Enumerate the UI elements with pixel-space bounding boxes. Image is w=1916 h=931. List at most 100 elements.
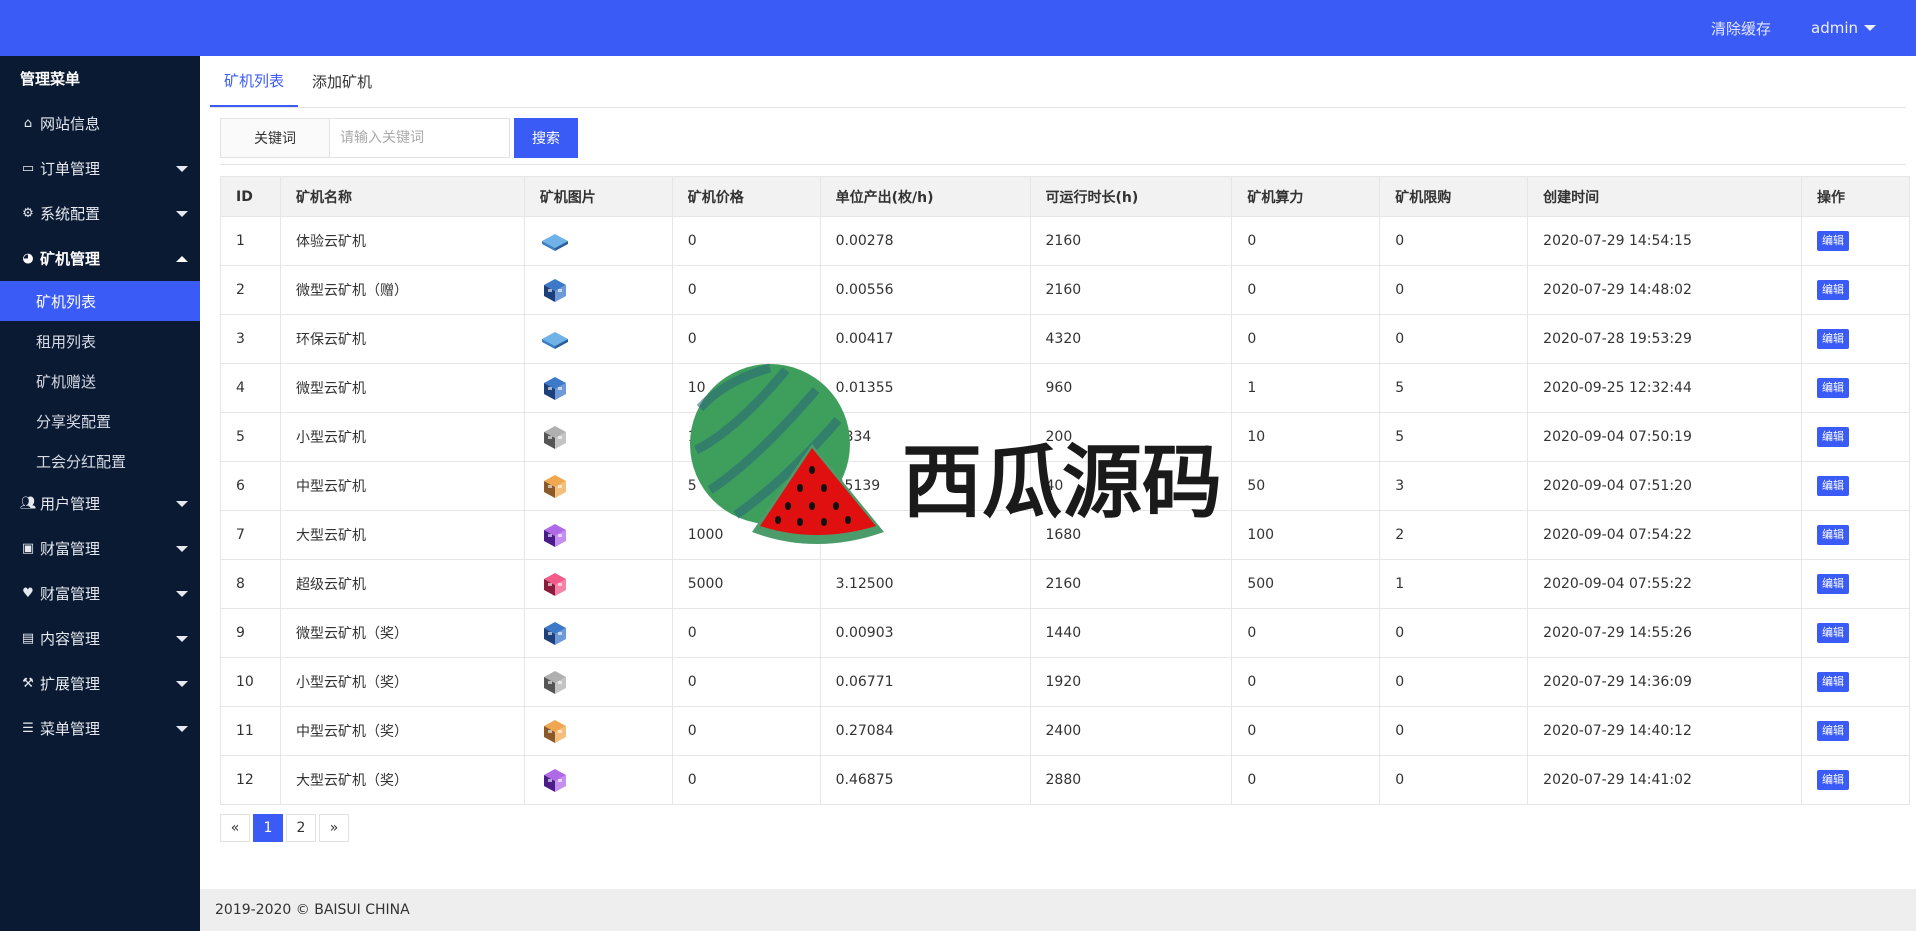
cell-created: 2020-07-29 14:41:02 bbox=[1527, 755, 1802, 805]
cell-limit: 0 bbox=[1379, 216, 1529, 266]
footer-copyright: 2019-2020 © BAISUI CHINA bbox=[215, 902, 410, 918]
search-label: 关键词 bbox=[220, 118, 330, 158]
sidebar-item-system[interactable]: ⚙ 系统配置 bbox=[0, 191, 200, 236]
sidebar-item-wealth-2[interactable]: ♥ 财富管理 bbox=[0, 571, 200, 616]
edit-button[interactable]: 编辑 bbox=[1816, 623, 1849, 643]
cell-limit: 1 bbox=[1379, 559, 1529, 609]
cell-name: 小型云矿机 bbox=[279, 412, 525, 462]
edit-button[interactable]: 编辑 bbox=[1816, 378, 1849, 398]
cell-output: 0.06771 bbox=[819, 657, 1031, 707]
table-row: 12 大型云矿机（奖） 0 0.46875 2880 0 0 2020-07-29 14:41… bbox=[220, 755, 1911, 805]
sidebar-item-site-info[interactable]: ⌂ 网站信息 bbox=[0, 101, 200, 146]
edit-button[interactable]: 编辑 bbox=[1816, 672, 1849, 692]
cell-price: 0 bbox=[671, 608, 821, 658]
col-header-power: 矿机算力 bbox=[1231, 176, 1381, 217]
sidebar-item-users[interactable]: 👥︎ 用户管理 bbox=[0, 481, 200, 526]
edit-button[interactable]: 编辑 bbox=[1816, 231, 1849, 251]
col-header-actions: 操作 bbox=[1800, 176, 1911, 217]
pagination-page-1[interactable]: 1 bbox=[253, 814, 283, 842]
cell-limit: 5 bbox=[1379, 412, 1529, 462]
sidebar-item-miners[interactable]: ◕ 矿机管理 bbox=[0, 236, 200, 281]
chevron-down-icon bbox=[176, 165, 188, 172]
sidebar-subitem-union-dividend[interactable]: 工会分红配置 bbox=[0, 441, 200, 481]
cell-image bbox=[523, 510, 673, 560]
cell-id: 12 bbox=[220, 755, 281, 805]
cell-output: 0.00417 bbox=[819, 314, 1031, 364]
sidebar-item-menus[interactable]: ☰ 菜单管理 bbox=[0, 706, 200, 751]
cell-price: 0 bbox=[671, 755, 821, 805]
pagination: « 1 2 » bbox=[220, 814, 349, 842]
watermark: 西瓜源码 bbox=[666, 360, 1286, 560]
sidebar-item-label: 扩展管理 bbox=[40, 675, 101, 693]
cell-actions: 编辑 bbox=[1800, 510, 1911, 560]
cell-created: 2020-09-04 07:50:19 bbox=[1527, 412, 1802, 462]
cell-id: 6 bbox=[220, 461, 281, 511]
cell-price: 0 bbox=[671, 657, 821, 707]
edit-button[interactable]: 编辑 bbox=[1816, 525, 1849, 545]
sidebar-item-label: 网站信息 bbox=[40, 115, 101, 133]
col-header-id: ID bbox=[220, 176, 281, 217]
cell-actions: 编辑 bbox=[1800, 314, 1911, 364]
sidebar-subitem-miner-gift[interactable]: 矿机赠送 bbox=[0, 361, 200, 401]
sidebar-subitem-share-reward[interactable]: 分享奖配置 bbox=[0, 401, 200, 441]
cell-hours: 2400 bbox=[1029, 706, 1233, 756]
cell-name: 微型云矿机（赠） bbox=[279, 265, 525, 315]
cell-name: 微型云矿机（奖） bbox=[279, 608, 525, 658]
cell-name: 中型云矿机（奖） bbox=[279, 706, 525, 756]
miner-image-icon bbox=[540, 377, 570, 400]
cell-created: 2020-07-29 14:54:15 bbox=[1527, 216, 1802, 266]
edit-button[interactable]: 编辑 bbox=[1816, 427, 1849, 447]
clear-cache-link[interactable]: 清除缓存 bbox=[1711, 18, 1771, 39]
users-icon: 👥︎ bbox=[20, 496, 37, 511]
sidebar-item-wealth[interactable]: ▣ 财富管理 bbox=[0, 526, 200, 571]
search-button[interactable]: 搜索 bbox=[514, 118, 578, 158]
tab-miner-list[interactable]: 矿机列表 bbox=[210, 55, 299, 107]
miner-image-icon bbox=[540, 331, 570, 349]
miner-image-icon bbox=[540, 279, 570, 302]
sidebar-item-extensions[interactable]: ⚒ 扩展管理 bbox=[0, 661, 200, 706]
cell-limit: 0 bbox=[1379, 657, 1529, 707]
pagination-prev[interactable]: « bbox=[220, 814, 250, 842]
user-menu[interactable]: admin bbox=[1811, 19, 1876, 37]
cell-limit: 0 bbox=[1379, 608, 1529, 658]
cell-actions: 编辑 bbox=[1800, 657, 1911, 707]
search-input[interactable] bbox=[330, 118, 510, 158]
cell-price: 0 bbox=[671, 314, 821, 364]
cell-output: 0.00556 bbox=[819, 265, 1031, 315]
edit-button[interactable]: 编辑 bbox=[1816, 329, 1849, 349]
cell-id: 4 bbox=[220, 363, 281, 413]
sidebar-item-orders[interactable]: ▭ 订单管理 bbox=[0, 146, 200, 191]
cell-output: 0.27084 bbox=[819, 706, 1031, 756]
cogs-icon: ⚙ bbox=[22, 206, 34, 221]
card-icon: ▭ bbox=[21, 161, 35, 176]
cell-name: 环保云矿机 bbox=[279, 314, 525, 364]
chevron-down-icon bbox=[176, 545, 188, 552]
edit-button[interactable]: 编辑 bbox=[1816, 280, 1849, 300]
cell-actions: 编辑 bbox=[1800, 265, 1911, 315]
sidebar-subitem-rent-list[interactable]: 租用列表 bbox=[0, 321, 200, 361]
edit-button[interactable]: 编辑 bbox=[1816, 476, 1849, 496]
edit-button[interactable]: 编辑 bbox=[1816, 721, 1849, 741]
cell-hours: 2160 bbox=[1029, 559, 1233, 609]
search-bar: 关键词 搜索 bbox=[220, 118, 578, 158]
pagination-next[interactable]: » bbox=[319, 814, 349, 842]
tab-add-miner[interactable]: 添加矿机 bbox=[298, 55, 386, 107]
cell-output: 0.46875 bbox=[819, 755, 1031, 805]
miner-image-icon bbox=[540, 426, 570, 449]
table-header-row: ID 矿机名称 矿机图片 矿机价格 单位产出(枚/h) 可运行时长(h) 矿机算… bbox=[220, 176, 1911, 217]
cell-created: 2020-09-04 07:51:20 bbox=[1527, 461, 1802, 511]
chevron-down-icon bbox=[176, 635, 188, 642]
sidebar-item-content[interactable]: ▤ 内容管理 bbox=[0, 616, 200, 661]
miner-image-icon bbox=[540, 573, 570, 596]
pagination-page-2[interactable]: 2 bbox=[286, 814, 316, 842]
col-header-hours: 可运行时长(h) bbox=[1029, 176, 1233, 217]
cell-actions: 编辑 bbox=[1800, 755, 1911, 805]
edit-button[interactable]: 编辑 bbox=[1816, 574, 1849, 594]
sidebar-subitem-miner-list[interactable]: 矿机列表 bbox=[0, 281, 200, 321]
cell-created: 2020-07-29 14:55:26 bbox=[1527, 608, 1802, 658]
edit-button[interactable]: 编辑 bbox=[1816, 770, 1849, 790]
cell-output: 0.00903 bbox=[819, 608, 1031, 658]
table-row: 1 体验云矿机 0 0.00278 2160 0 0 2020-07-29 14:54:15 编… bbox=[220, 216, 1911, 266]
cell-id: 5 bbox=[220, 412, 281, 462]
col-header-created: 创建时间 bbox=[1527, 176, 1802, 217]
